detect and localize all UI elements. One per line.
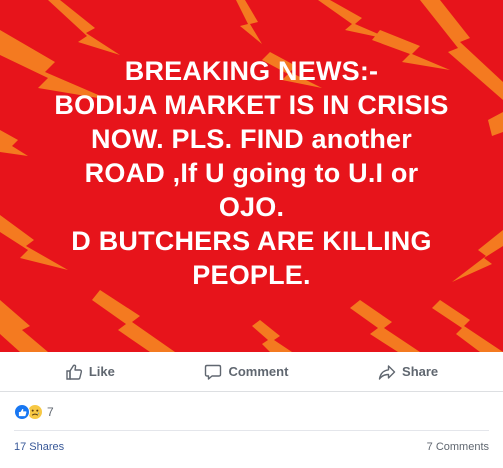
comment-label: Comment xyxy=(228,364,289,379)
banner-line: BREAKING NEWS:- xyxy=(124,56,379,86)
like-label: Like xyxy=(88,364,115,379)
share-icon xyxy=(378,364,396,380)
banner-line: NOW. PLS. FIND another xyxy=(91,124,412,154)
banner-line: OJO. xyxy=(218,192,285,222)
thumbs-up-icon xyxy=(66,364,82,380)
share-label: Share xyxy=(402,364,439,379)
post-footer: 17 Shares 7 Comments xyxy=(14,441,489,453)
facebook-post: BREAKING NEWS:- BODIJA MARKET IS IN CRIS… xyxy=(0,0,503,468)
comment-button[interactable]: Comment xyxy=(204,363,288,381)
share-button[interactable]: Share xyxy=(378,363,438,381)
comment-icon xyxy=(205,364,222,380)
banner-line: D BUTCHERS ARE KILLING xyxy=(71,226,432,256)
like-button[interactable]: Like xyxy=(65,363,115,381)
reaction-count: 7 xyxy=(47,405,54,419)
banner-text: BREAKING NEWS:- BODIJA MARKET IS IN CRIS… xyxy=(0,54,503,292)
post-image[interactable]: BREAKING NEWS:- BODIJA MARKET IS IN CRIS… xyxy=(0,0,503,352)
banner-line: PEOPLE. xyxy=(192,260,311,290)
like-reaction-icon xyxy=(14,404,30,420)
divider xyxy=(14,430,489,431)
post-action-bar: Like Comment Share xyxy=(0,352,503,392)
banner-line: ROAD ,If U going to U.I or xyxy=(84,158,419,188)
reactions-summary[interactable]: 7 xyxy=(14,403,54,421)
comments-count-link[interactable]: 7 Comments xyxy=(427,441,489,453)
shares-count-link[interactable]: 17 Shares xyxy=(14,441,64,453)
banner-line: BODIJA MARKET IS IN CRISIS xyxy=(54,90,449,120)
